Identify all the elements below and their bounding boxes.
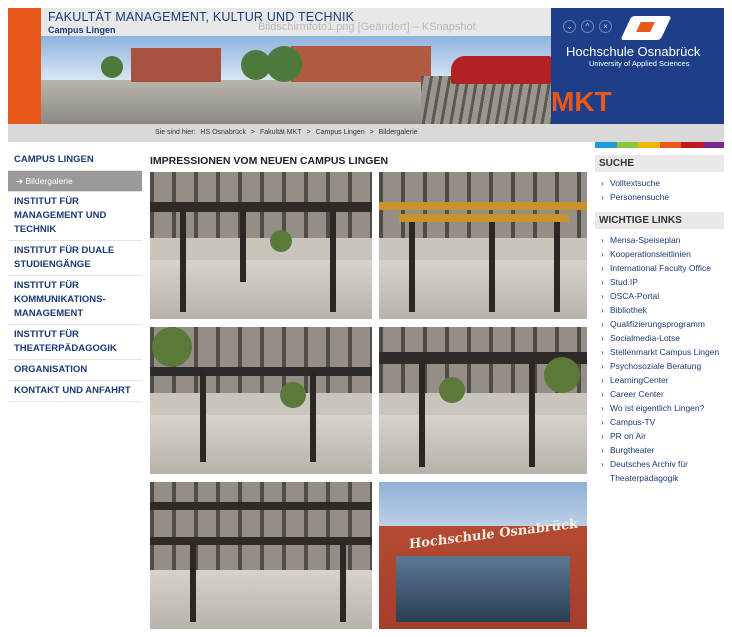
link-career-center[interactable]: Career Center bbox=[595, 387, 724, 401]
logo-subtitle: University of Applied Sciences bbox=[589, 59, 690, 68]
link-stellenmarkt[interactable]: Stellenmarkt Campus Lingen bbox=[595, 345, 724, 359]
hall-interior-photo[interactable] bbox=[150, 172, 372, 319]
hall-walkway-photo[interactable] bbox=[379, 327, 587, 474]
strip-segment bbox=[681, 142, 703, 148]
nav-item-institut-kommunikation[interactable]: INSTITUT FÜR KOMMUNIKATIONS-MANAGEMENT bbox=[8, 276, 142, 325]
strip-segment bbox=[702, 142, 724, 148]
campus-banner-image bbox=[41, 36, 551, 124]
nav-item-institut-duale[interactable]: INSTITUT FÜR DUALE STUDIENGÄNGE bbox=[8, 241, 142, 276]
link-osca[interactable]: OSCA-Portal bbox=[595, 289, 724, 303]
wichtige-links-heading: WICHTIGE LINKS bbox=[595, 212, 724, 229]
facade-sign: Hochschule Osnabrück bbox=[409, 516, 579, 553]
link-bibliothek[interactable]: Bibliothek bbox=[595, 303, 724, 317]
breadcrumb-item-campus[interactable]: Campus Lingen bbox=[316, 129, 365, 136]
link-personensuche[interactable]: Personensuche bbox=[595, 190, 724, 204]
logo-mark-icon bbox=[620, 16, 672, 40]
strip-segment bbox=[638, 142, 660, 148]
link-psychosozial[interactable]: Psychosoziale Beratung bbox=[595, 359, 724, 373]
window-caption: Bildschirmfoto1.png [Geändert] – KSnapsh… bbox=[258, 21, 476, 33]
hochschule-facade-photo[interactable]: Hochschule Osnabrück bbox=[379, 482, 587, 629]
link-kooperation[interactable]: Kooperationsleitlinien bbox=[595, 247, 724, 261]
nav-item-institut-theater[interactable]: INSTITUT FÜR THEATERPÄDAGOGIK bbox=[8, 325, 142, 360]
nav-item-kontakt[interactable]: KONTAKT UND ANFAHRT bbox=[8, 381, 142, 402]
breadcrumb-separator: > bbox=[306, 129, 311, 136]
nav-item-organisation[interactable]: ORGANISATION bbox=[8, 360, 142, 381]
crane-hall-photo[interactable] bbox=[379, 172, 587, 319]
restore-icon[interactable]: ^ bbox=[581, 20, 594, 33]
hochschule-logo[interactable]: ⌄ ^ × Hochschule Osnabrück University of… bbox=[551, 8, 724, 124]
strip-segment bbox=[595, 142, 617, 148]
link-studip[interactable]: Stud.IP bbox=[595, 275, 724, 289]
link-campus-tv[interactable]: Campus-TV bbox=[595, 415, 724, 429]
mkt-label: MKT bbox=[551, 86, 612, 117]
strip-segment bbox=[616, 142, 638, 148]
link-pr-on-air[interactable]: PR on Air bbox=[595, 429, 724, 443]
color-strip bbox=[595, 142, 724, 148]
breadcrumb-item-faculty[interactable]: Fakultät MKT bbox=[260, 129, 302, 136]
orange-accent-bar bbox=[8, 8, 41, 124]
campus-subtitle: Campus Lingen bbox=[48, 25, 116, 35]
link-qualifizierung[interactable]: Qualifizierungsprogramm bbox=[595, 317, 724, 331]
left-navigation: CAMPUS LINGEN ➔ Bildergalerie INSTITUT F… bbox=[8, 150, 142, 402]
link-socialmedia[interactable]: Socialmedia-Lotse bbox=[595, 331, 724, 345]
roof-structure-photo[interactable] bbox=[150, 482, 372, 629]
nav-item-campus-lingen[interactable]: CAMPUS LINGEN bbox=[8, 150, 142, 171]
suche-heading: SUCHE bbox=[595, 155, 724, 172]
link-archiv-theater[interactable]: Deutsches Archiv für Theaterpädagogik bbox=[595, 457, 724, 485]
link-learningcenter[interactable]: LearningCenter bbox=[595, 373, 724, 387]
breadcrumb-item-gallery[interactable]: Bildergalerie bbox=[379, 129, 418, 136]
link-volltextsuche[interactable]: Volltextsuche bbox=[595, 176, 724, 190]
nav-item-institut-management[interactable]: INSTITUT FÜR MANAGEMENT UND TECHNIK bbox=[8, 192, 142, 241]
link-burgtheater[interactable]: Burgtheater bbox=[595, 443, 724, 457]
strip-segment bbox=[659, 142, 681, 148]
breadcrumb-prefix: Sie sind hier: bbox=[155, 129, 196, 136]
right-sidebar: SUCHE Volltextsuche Personensuche WICHTI… bbox=[595, 155, 724, 485]
logo-name: Hochschule Osnabrück bbox=[566, 44, 701, 59]
link-lingen[interactable]: Wo ist eigentlich Lingen? bbox=[595, 401, 724, 415]
link-mensa[interactable]: Mensa-Speiseplan bbox=[595, 233, 724, 247]
nav-item-bildergalerie[interactable]: ➔ Bildergalerie bbox=[8, 171, 142, 192]
breadcrumb-item-hs[interactable]: HS Osnabrück bbox=[200, 129, 246, 136]
hall-trees-photo[interactable] bbox=[150, 327, 372, 474]
breadcrumb-separator: > bbox=[369, 129, 374, 136]
page-title: IMPRESSIONEN VOM NEUEN CAMPUS LINGEN bbox=[150, 155, 389, 167]
breadcrumb-separator: > bbox=[250, 129, 255, 136]
close-icon[interactable]: × bbox=[599, 20, 612, 33]
breadcrumb: Sie sind hier: HS Osnabrück > Fakultät M… bbox=[8, 124, 724, 142]
site-header: FAKULTÄT MANAGEMENT, KULTUR UND TECHNIK … bbox=[8, 8, 724, 124]
minimize-icon[interactable]: ⌄ bbox=[563, 20, 576, 33]
link-international-office[interactable]: International Faculty Office bbox=[595, 261, 724, 275]
